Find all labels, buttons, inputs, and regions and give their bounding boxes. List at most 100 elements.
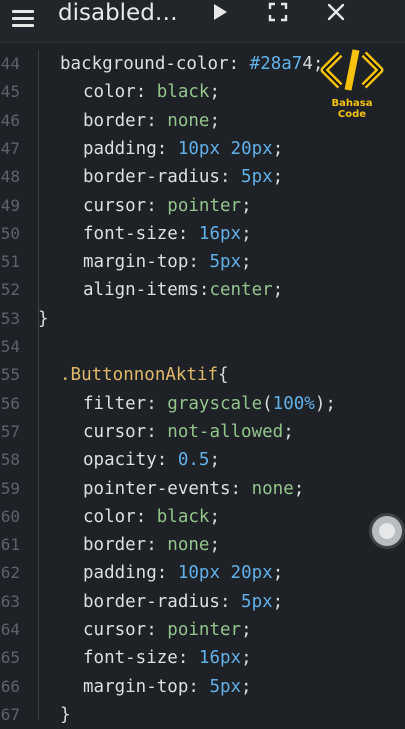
code-line[interactable]: 67} — [0, 701, 405, 729]
token-val-str: grayscale — [167, 393, 263, 414]
code-text: background-color: #28a74; — [60, 50, 323, 78]
token-pun: : — [135, 506, 157, 527]
token-pun: 4 — [302, 54, 313, 74]
token-pun: : — [156, 563, 178, 584]
token-pun: ; — [241, 223, 252, 244]
token-pun: : — [135, 82, 157, 103]
play-icon[interactable] — [204, 0, 236, 24]
code-text: border: none; — [83, 107, 220, 135]
code-text: .ButtonnonAktif{ — [60, 361, 229, 389]
token-pun: : — [188, 676, 210, 697]
code-line[interactable]: 59 pointer-events: none; — [0, 475, 405, 503]
code-text: color: black; — [83, 78, 220, 106]
token-prop: cursor — [83, 421, 147, 442]
token-pun: : — [146, 620, 168, 640]
token-prop: opacity — [83, 450, 157, 471]
token-pun: ; — [241, 252, 252, 273]
code-text: } — [60, 701, 71, 729]
code-line[interactable]: 62 padding: 10px 20px; — [0, 559, 405, 587]
code-text: opacity: 0.5; — [83, 446, 220, 474]
code-text: margin-top: 5px; — [83, 673, 252, 701]
token-pun: : — [146, 393, 168, 414]
token-pun: : — [156, 138, 178, 159]
code-text: font-size: 16px; — [83, 644, 252, 672]
token-pun: ; — [209, 110, 220, 131]
token-pun: : — [230, 478, 252, 499]
code-text: cursor: pointer; — [83, 192, 252, 220]
code-line[interactable]: 49 cursor: pointer; — [0, 192, 405, 220]
token-val-num: 100% — [272, 393, 315, 414]
token-val-num: 0.5 — [177, 450, 210, 471]
code-line[interactable]: 58 opacity: 0.5; — [0, 446, 405, 474]
token-val-num: 5px — [241, 591, 273, 612]
token-pun: ; — [241, 676, 252, 697]
line-number: 65 — [0, 648, 20, 668]
line-number: 64 — [0, 620, 20, 639]
code-line[interactable]: 56 filter: grayscale(100%); — [0, 390, 405, 418]
token-pun: : — [156, 450, 178, 471]
token-pun: ( — [262, 393, 273, 414]
token-val-str: none — [167, 110, 210, 131]
token-val-hex: #28a7 — [249, 54, 303, 74]
code-text: border-radius: 5px; — [83, 163, 283, 191]
line-number: 45 — [0, 82, 20, 102]
token-prop: margin-top — [83, 676, 189, 697]
token-pun: : — [188, 252, 210, 273]
code-line[interactable]: 47 padding: 10px 20px; — [0, 135, 405, 163]
line-number: 47 — [0, 138, 20, 158]
code-line[interactable]: 66 margin-top: 5px; — [0, 673, 405, 701]
code-line[interactable]: 64 cursor: pointer; — [0, 616, 405, 644]
token-prop: cursor — [83, 195, 147, 216]
code-text: align-items:center; — [83, 276, 283, 304]
code-line[interactable]: 57 cursor: not-allowed; — [0, 418, 405, 446]
token-prop: font-size — [83, 223, 178, 244]
token-val-num: 5px — [241, 167, 273, 188]
code-line[interactable]: 52 align-items:center; — [0, 276, 405, 304]
fullscreen-icon[interactable] — [262, 0, 294, 24]
code-line[interactable]: 63 border-radius: 5px; — [0, 588, 405, 616]
close-icon[interactable] — [320, 0, 352, 24]
token-prop: color — [83, 82, 136, 103]
code-text: cursor: pointer; — [83, 616, 252, 644]
code-line[interactable]: 61 border: none; — [0, 531, 405, 559]
menu-icon[interactable] — [12, 8, 36, 32]
line-number: 62 — [0, 563, 20, 583]
code-line[interactable]: 54 — [0, 333, 405, 361]
token-pun — [220, 139, 231, 159]
line-number: 61 — [0, 535, 20, 555]
fab-dot-icon — [379, 523, 395, 539]
token-sel: .ButtonnonAktif — [60, 365, 219, 386]
code-line[interactable]: 53} — [0, 305, 405, 333]
token-prop: border-radius — [83, 167, 220, 188]
token-val-num: 16px — [198, 648, 242, 669]
token-val-str: black — [156, 506, 210, 527]
token-val-num: 10px — [177, 138, 220, 159]
code-line[interactable]: 65 font-size: 16px; — [0, 644, 405, 672]
token-pun: : — [198, 280, 210, 301]
token-val-str: none — [251, 478, 294, 499]
code-line[interactable]: 48 border-radius: 5px; — [0, 163, 405, 191]
token-pun: : — [177, 223, 199, 244]
token-prop: background-color — [60, 54, 229, 74]
token-val-num: 5px — [209, 676, 242, 697]
token-pun: : — [146, 535, 168, 556]
code-line[interactable]: 60 color: black; — [0, 503, 405, 531]
line-number: 53 — [0, 308, 20, 328]
code-text: filter: grayscale(100%); — [83, 390, 336, 418]
floating-action-button[interactable] — [372, 516, 402, 546]
code-line[interactable]: 55 .ButtonnonAktif{ — [0, 361, 405, 389]
file-title[interactable]: disabled… — [58, 1, 178, 25]
app-toolbar: disabled… — [0, 0, 405, 43]
token-prop: align-items — [83, 280, 199, 301]
token-pun: : — [146, 110, 168, 131]
token-val-num: 20px — [230, 138, 273, 159]
line-number: 66 — [0, 676, 20, 696]
code-line[interactable]: 51 margin-top: 5px; — [0, 248, 405, 276]
code-text: margin-top: 5px; — [83, 248, 252, 276]
token-pun: ; — [272, 167, 284, 188]
line-number: 54 — [0, 337, 20, 356]
line-number: 63 — [0, 591, 20, 611]
code-line[interactable]: 50 font-size: 16px; — [0, 220, 405, 248]
line-number: 51 — [0, 252, 20, 272]
token-val-num: 20px — [230, 563, 273, 584]
